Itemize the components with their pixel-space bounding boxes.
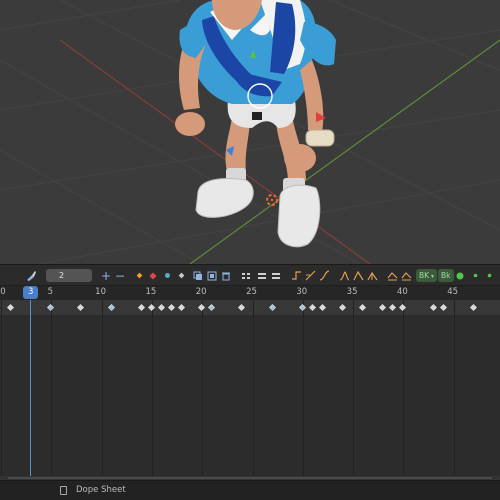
keyframe-select-icon[interactable] xyxy=(162,268,172,283)
3d-viewport[interactable] xyxy=(0,0,500,264)
frame-tick-label: 5 xyxy=(47,287,54,297)
interp-bezier-icon[interactable] xyxy=(318,268,330,283)
frame-tick-label: 40 xyxy=(396,287,408,297)
keyframe-diamond-icon[interactable] xyxy=(176,268,186,283)
easing-inout-icon[interactable] xyxy=(366,268,378,283)
frame-tick-label: 20 xyxy=(195,287,207,297)
remove-icon[interactable]: − xyxy=(114,268,126,283)
add-icon[interactable]: + xyxy=(100,268,112,283)
keyframe-type-icon[interactable] xyxy=(134,268,144,283)
frame-grid-line xyxy=(151,300,153,480)
dot-alt-icon[interactable] xyxy=(484,268,494,283)
frame-tick-label: 30 xyxy=(296,287,308,297)
scrollbar-thumb[interactable] xyxy=(8,477,492,479)
delete-icon[interactable] xyxy=(220,268,232,283)
frame-grid-line xyxy=(51,300,53,480)
frame-grid-line xyxy=(302,300,304,480)
frame-grid-line xyxy=(252,300,254,480)
frame-tick-label: 0 xyxy=(0,287,6,297)
frame-step-field[interactable]: 2 xyxy=(46,269,92,282)
interp-constant-icon[interactable] xyxy=(290,268,302,283)
bake-button[interactable]: Bk xyxy=(438,269,454,282)
editor-type-label: Dope Sheet xyxy=(76,485,126,495)
editor-header: Dope Sheet xyxy=(0,480,500,500)
dot-icon[interactable] xyxy=(470,268,480,283)
frame-grid-line xyxy=(1,300,2,480)
handle-type-icon[interactable] xyxy=(386,268,398,283)
playhead-line[interactable] xyxy=(30,300,32,480)
frame-tick-label: 45 xyxy=(447,287,459,297)
bake-keys-button[interactable]: BK ▾ xyxy=(416,269,437,282)
frame-ruler[interactable]: 0 5 10 15 20 25 30 35 40 45 xyxy=(0,286,500,300)
grid-alt-icon[interactable] xyxy=(270,268,282,283)
frame-grid-line xyxy=(353,300,355,480)
frame-grid-line xyxy=(101,300,103,480)
dope-sheet-toolbar: 2 + − BK ▾ Bk xyxy=(0,264,500,286)
frame-grid-line xyxy=(403,300,405,480)
record-icon[interactable] xyxy=(455,268,465,283)
frame-tick-label: 35 xyxy=(346,287,358,297)
keyframe-insert-icon[interactable] xyxy=(148,268,158,283)
interp-linear-icon[interactable] xyxy=(304,268,316,283)
grid-icon[interactable] xyxy=(256,268,268,283)
keyframe-area[interactable] xyxy=(0,300,500,480)
easing-in-icon[interactable] xyxy=(338,268,350,283)
viewport-scene xyxy=(0,0,500,264)
brush-icon[interactable] xyxy=(24,268,38,283)
paste-icon[interactable] xyxy=(206,268,218,283)
snap-icon[interactable] xyxy=(240,268,252,283)
frame-tick-label: 10 xyxy=(95,287,107,297)
copy-icon[interactable] xyxy=(192,268,204,283)
dope-sheet-icon[interactable] xyxy=(60,486,67,495)
frame-tick-label: 15 xyxy=(145,287,157,297)
summary-channel xyxy=(0,300,500,315)
handle-auto-icon[interactable] xyxy=(400,268,412,283)
frame-step-value: 2 xyxy=(59,271,65,280)
current-frame-indicator[interactable]: 3 xyxy=(23,286,39,299)
frame-tick-label: 25 xyxy=(246,287,257,297)
easing-out-icon[interactable] xyxy=(352,268,364,283)
frame-grid-line xyxy=(202,300,204,480)
frame-grid-line xyxy=(453,300,455,480)
